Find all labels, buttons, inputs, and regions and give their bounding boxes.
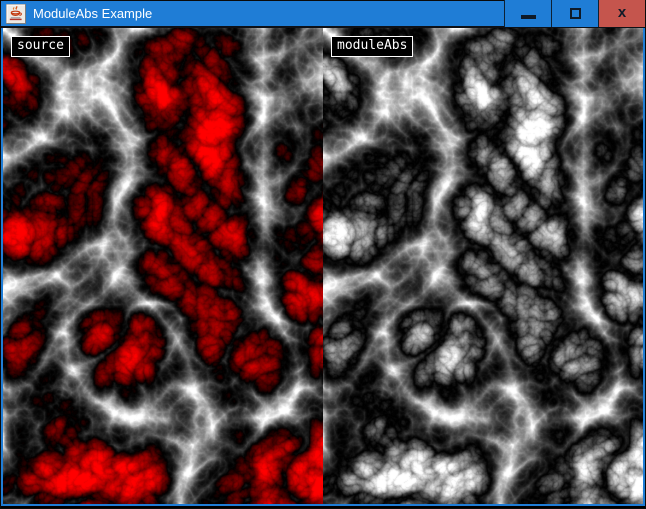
minimize-icon	[521, 15, 536, 19]
moduleabs-label: moduleAbs	[331, 36, 413, 57]
render-area: source moduleAbs	[1, 28, 645, 506]
panel-moduleabs: moduleAbs	[323, 28, 643, 504]
source-label: source	[11, 36, 70, 57]
close-icon: x	[618, 5, 626, 20]
minimize-button[interactable]	[504, 0, 551, 27]
panel-source: source	[3, 28, 323, 504]
maximize-button[interactable]	[551, 0, 598, 27]
window-controls: x	[504, 0, 645, 27]
app-window: ModuleAbs Example x source moduleAbs	[0, 0, 646, 509]
maximize-icon	[570, 8, 581, 19]
window-title: ModuleAbs Example	[33, 0, 152, 27]
java-cup-icon[interactable]	[6, 4, 26, 24]
titlebar[interactable]: ModuleAbs Example x	[1, 1, 645, 28]
source-image	[3, 28, 323, 504]
moduleabs-image	[323, 28, 643, 504]
close-button[interactable]: x	[598, 0, 645, 27]
